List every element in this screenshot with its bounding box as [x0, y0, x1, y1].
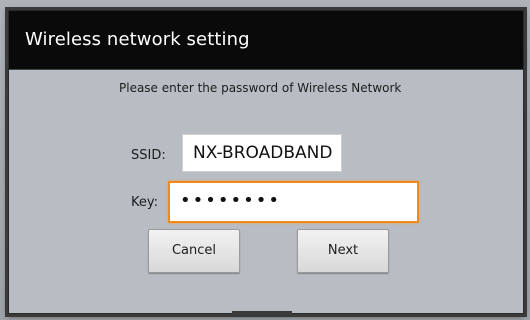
ssid-field[interactable]: NX-BROADBAND: [182, 134, 342, 172]
cancel-button[interactable]: Cancel: [148, 229, 240, 273]
next-button[interactable]: Next: [297, 229, 389, 273]
wireless-setting-dialog: Wireless network setting Please enter th…: [8, 10, 524, 314]
dialog-title-bar: Wireless network setting: [9, 11, 523, 70]
key-label: Key:: [131, 195, 159, 210]
dialog-title: Wireless network setting: [25, 29, 250, 50]
dialog-bottom-edge: [232, 311, 292, 315]
instruction-text: Please enter the password of Wireless Ne…: [119, 81, 402, 95]
screen-background: Wireless network setting Please enter th…: [0, 0, 530, 320]
key-password-input[interactable]: ••••••••: [168, 181, 419, 223]
ssid-label: SSID:: [131, 148, 166, 163]
